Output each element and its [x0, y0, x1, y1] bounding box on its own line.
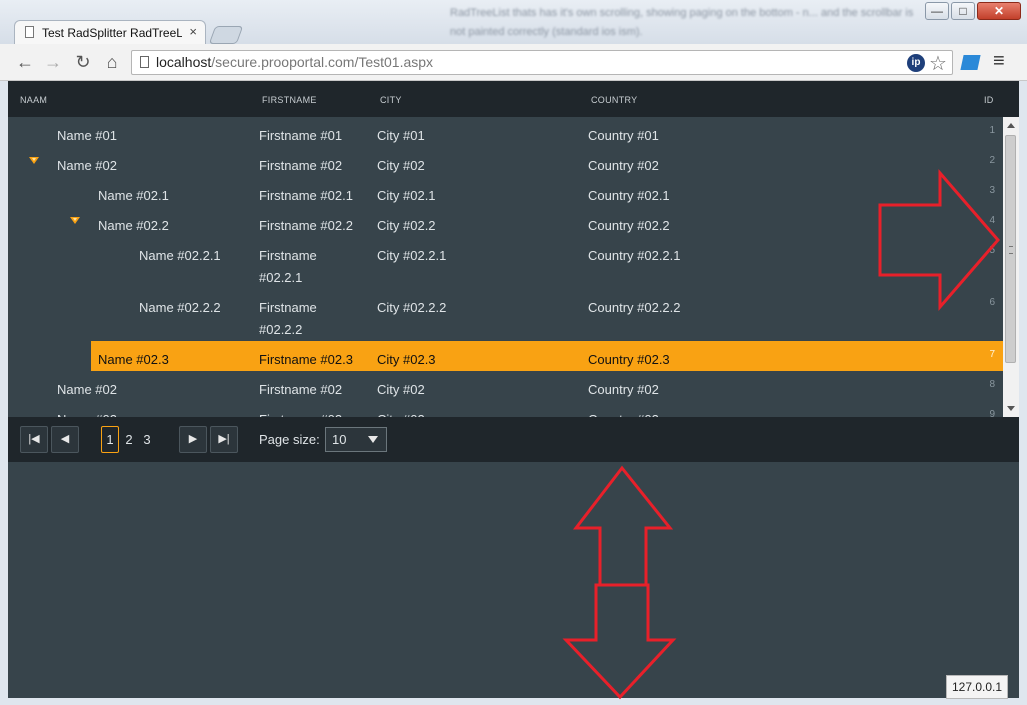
up-arrow-annotation	[572, 465, 674, 587]
annotation-overlay	[562, 168, 1000, 700]
down-arrow-annotation	[562, 583, 677, 700]
right-arrow-annotation	[878, 168, 1000, 312]
status-tooltip: 127.0.0.1	[946, 675, 1008, 699]
